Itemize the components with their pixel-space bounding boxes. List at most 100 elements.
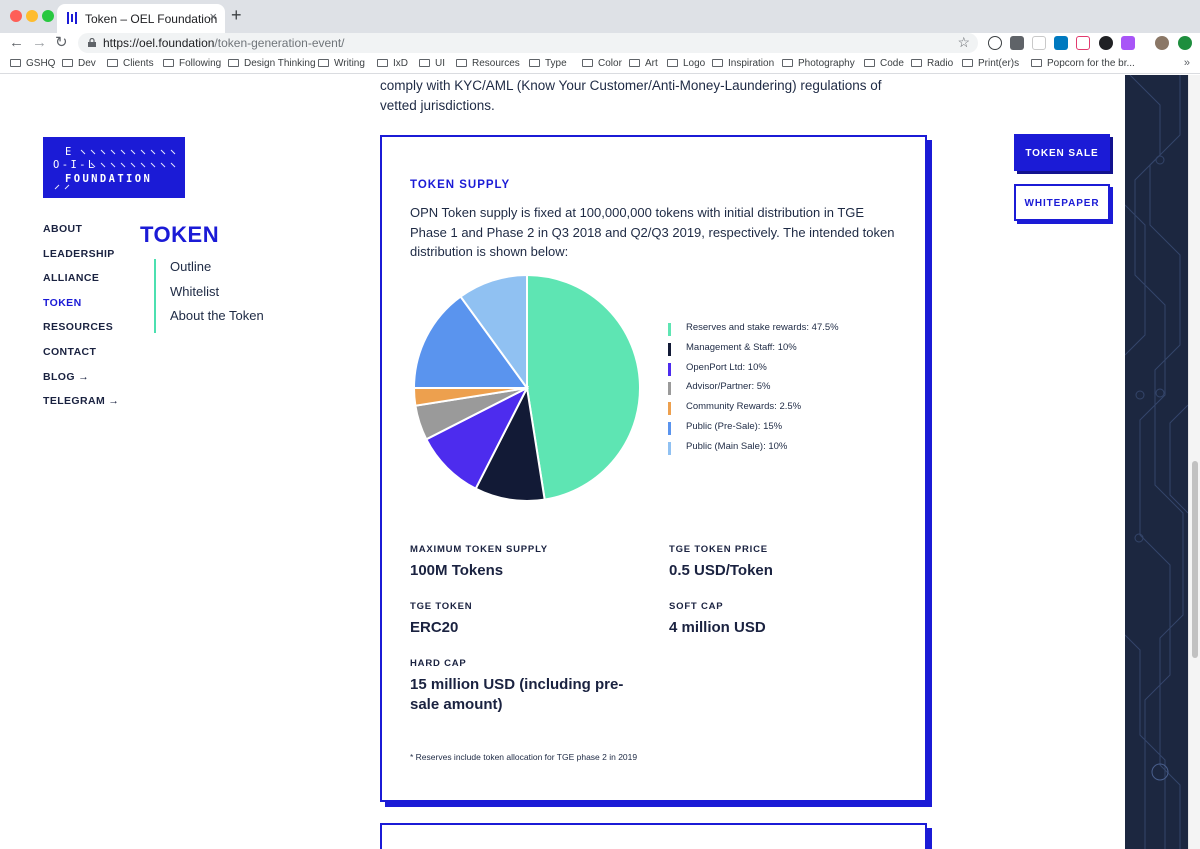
address-bar[interactable]: https://oel.foundation/token-generation-… (78, 33, 978, 53)
browser-tab[interactable]: Token – OEL Foundation × (57, 4, 225, 33)
stat-value-soft-cap: 4 million USD (669, 619, 766, 636)
legend-swatch (668, 342, 671, 356)
whitepaper-button[interactable]: WHITEPAPER (1014, 184, 1110, 221)
bookmark-label: Dev (78, 58, 96, 69)
url-host: https://oel.foundation (103, 36, 215, 50)
bookmark-label: Color (598, 58, 622, 69)
bookmark-item[interactable]: Logo (667, 58, 705, 69)
bookmark-item[interactable]: Resources (456, 58, 520, 69)
oel-favicon-icon (67, 12, 77, 24)
close-window-button[interactable] (10, 10, 22, 22)
bookmark-item[interactable]: Writing (318, 58, 365, 69)
legend-label: Public (Main Sale): 10% (686, 440, 788, 452)
bookmark-item[interactable]: Radio (911, 58, 953, 69)
circuit-pattern-icon (1125, 75, 1188, 849)
reload-icon[interactable]: ↻ (55, 34, 68, 52)
side-nav-contact[interactable]: CONTACT (43, 346, 119, 371)
token-sale-button[interactable]: TOKEN SALE (1014, 134, 1110, 171)
update-icon[interactable] (1178, 36, 1192, 50)
folder-icon (782, 59, 793, 67)
bookmark-label: Logo (683, 58, 706, 69)
stat-label-tge-token: TGE TOKEN (410, 601, 473, 612)
side-nav-telegram[interactable]: TELEGRAM → (43, 395, 119, 420)
legend-swatch (668, 382, 671, 396)
side-nav-leadership[interactable]: LEADERSHIP (43, 248, 119, 273)
folder-icon (629, 59, 640, 67)
url-text: https://oel.foundation/token-generation-… (103, 36, 345, 50)
side-navigation: ABOUT LEADERSHIP ALLIANCE TOKEN RESOURCE… (43, 223, 119, 420)
sub-nav-about-token[interactable]: About the Token (170, 308, 264, 333)
extension-t-icon[interactable] (1010, 36, 1024, 50)
oel-foundation-logo[interactable]: E O-I-L FOUNDATION (43, 137, 185, 198)
stat-value-max-supply: 100M Tokens (410, 562, 504, 579)
bookmark-item[interactable]: Inspiration (712, 58, 774, 69)
page-viewport: comply with KYC/AML (Know Your Customer/… (0, 75, 1200, 849)
bookmark-item[interactable]: UI (419, 58, 445, 69)
bookmark-label: Radio (927, 58, 954, 69)
logo-line-3: FOUNDATION (65, 173, 153, 185)
stat-label-max-supply: MAXIMUM TOKEN SUPPLY (410, 544, 548, 555)
extension-info-icon[interactable] (988, 36, 1002, 50)
legend-label: Management & Staff: 10% (686, 341, 797, 353)
extension-purple-icon[interactable] (1121, 36, 1135, 50)
bookmark-item[interactable]: Code (864, 58, 904, 69)
bookmark-label: Following (179, 58, 222, 69)
folder-icon (377, 59, 388, 67)
bookmark-item[interactable]: Art (629, 58, 658, 69)
back-arrow-icon[interactable]: ← (9, 34, 24, 52)
extension-w-icon[interactable] (1032, 36, 1046, 50)
chart-legend: Reserves and stake rewards: 47.5% Managem… (668, 322, 839, 461)
legend-swatch (668, 421, 671, 435)
bookmark-item[interactable]: Clients (107, 58, 154, 69)
legend-item: Public (Main Sale): 10% (668, 441, 839, 461)
bookmark-label: IxD (393, 58, 408, 69)
side-nav-alliance[interactable]: ALLIANCE (43, 272, 119, 297)
bookmark-item[interactable]: Print(er)s (962, 58, 1019, 69)
bookmark-label: UI (435, 58, 445, 69)
sub-nav-outline[interactable]: Outline (170, 259, 264, 284)
bookmark-item[interactable]: Photography (782, 58, 855, 69)
extension-m-icon[interactable] (1076, 36, 1090, 50)
folder-icon (62, 59, 73, 67)
browser-toolbar: ← → ↻ https://oel.foundation/token-gener… (0, 33, 1200, 54)
bookmarks-overflow-icon[interactable]: » (1184, 57, 1190, 69)
sub-nav-whitelist[interactable]: Whitelist (170, 284, 264, 309)
bookmark-item[interactable]: Color (582, 58, 622, 69)
page-scrollbar[interactable] (1188, 75, 1200, 849)
extension-dark-icon[interactable] (1099, 36, 1113, 50)
bookmark-item[interactable]: IxD (377, 58, 408, 69)
bookmark-star-icon[interactable]: ☆ (957, 34, 970, 51)
forward-arrow-icon[interactable]: → (32, 34, 47, 52)
stat-value-token-price: 0.5 USD/Token (669, 562, 773, 579)
bookmark-label: GSHQ (26, 58, 56, 69)
trello-icon[interactable] (1054, 36, 1068, 50)
tab-title: Token – OEL Foundation (85, 12, 218, 26)
side-nav-resources[interactable]: RESOURCES (43, 321, 119, 346)
side-nav-token[interactable]: TOKEN (43, 297, 119, 322)
folder-icon (1031, 59, 1042, 67)
bookmark-label: Popcorn for the br... (1047, 58, 1135, 69)
folder-icon (864, 59, 875, 67)
bookmark-item[interactable]: GSHQ (10, 58, 55, 69)
profile-avatar[interactable] (1155, 36, 1169, 50)
close-tab-icon[interactable]: × (209, 9, 217, 24)
side-nav-about[interactable]: ABOUT (43, 223, 119, 248)
bookmark-item[interactable]: Popcorn for the br... (1031, 58, 1135, 69)
side-nav-blog[interactable]: BLOG → (43, 371, 119, 396)
bookmark-item[interactable]: Type (529, 58, 567, 69)
footnote: * Reserves include token allocation for … (410, 752, 638, 762)
card-title: TOKEN SUPPLY (410, 179, 511, 191)
pie-slice-0 (526, 273, 641, 501)
minimize-window-button[interactable] (26, 10, 38, 22)
zoom-window-button[interactable] (42, 10, 54, 22)
new-tab-button[interactable]: + (231, 5, 242, 26)
folder-icon (10, 59, 21, 67)
bookmark-item[interactable]: Design Thinking (228, 58, 316, 69)
legend-label: Reserves and stake rewards: 47.5% (686, 322, 839, 333)
stat-label-soft-cap: SOFT CAP (669, 601, 724, 612)
decorative-circuit-pattern (1125, 75, 1188, 849)
bookmark-item[interactable]: Dev (62, 58, 96, 69)
bookmark-item[interactable]: Following (163, 58, 221, 69)
legend-label: OpenPort Ltd: 10% (686, 361, 767, 373)
scrollbar-thumb[interactable] (1192, 461, 1198, 658)
